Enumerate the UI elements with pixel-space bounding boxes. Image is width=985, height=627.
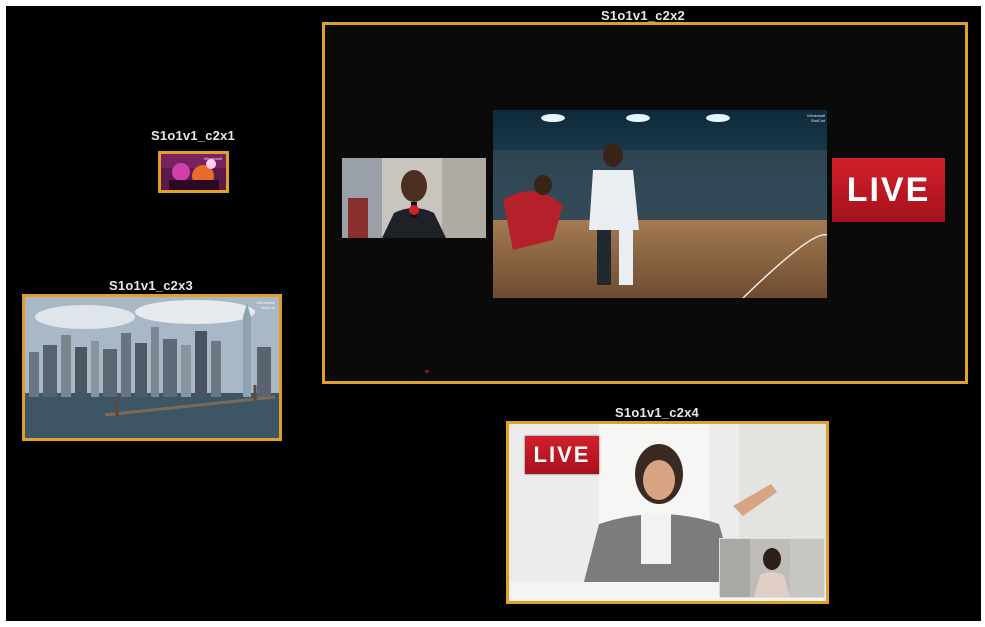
watermark-line1: Windowsfi (203, 156, 222, 161)
live-badge-text: LIVE (846, 170, 931, 209)
window-c2x2[interactable]: Windowsfi StatCnd LIVE + (322, 22, 968, 384)
watermark-line2: StatCnd (810, 118, 826, 123)
video-feed-reporter (342, 158, 486, 238)
window-title-c2x4: S1o1v1_c2x4 (615, 405, 699, 420)
live-badge: LIVE (525, 436, 599, 474)
video-feed-pip-reporter (719, 538, 825, 598)
live-badge: LIVE (832, 158, 945, 222)
video-wall-canvas[interactable]: S1o1v1_c2x1 Windowsfi S1o1v1_c2x2 Window… (6, 6, 981, 621)
live-badge-text: LIVE (533, 442, 591, 467)
window-title-c2x1: S1o1v1_c2x1 (151, 128, 235, 143)
watermark: Windowsfi StatCnd (257, 300, 275, 310)
watermark: Windowsfi (204, 156, 222, 161)
window-title-c2x3: S1o1v1_c2x3 (109, 278, 193, 293)
video-feed-basketball (493, 110, 827, 298)
window-title-c2x2: S1o1v1_c2x2 (601, 8, 685, 23)
watermark: Windowsfi StatCnd (807, 113, 825, 123)
watermark-line2: StatCnd (260, 305, 275, 310)
window-c2x3[interactable]: Windowsfi StatCnd (22, 294, 282, 441)
window-c2x1[interactable]: Windowsfi (158, 151, 229, 193)
window-c2x4[interactable]: LIVE (506, 421, 829, 604)
video-feed-city-skyline (25, 297, 279, 438)
crosshair-icon: + (424, 367, 430, 378)
